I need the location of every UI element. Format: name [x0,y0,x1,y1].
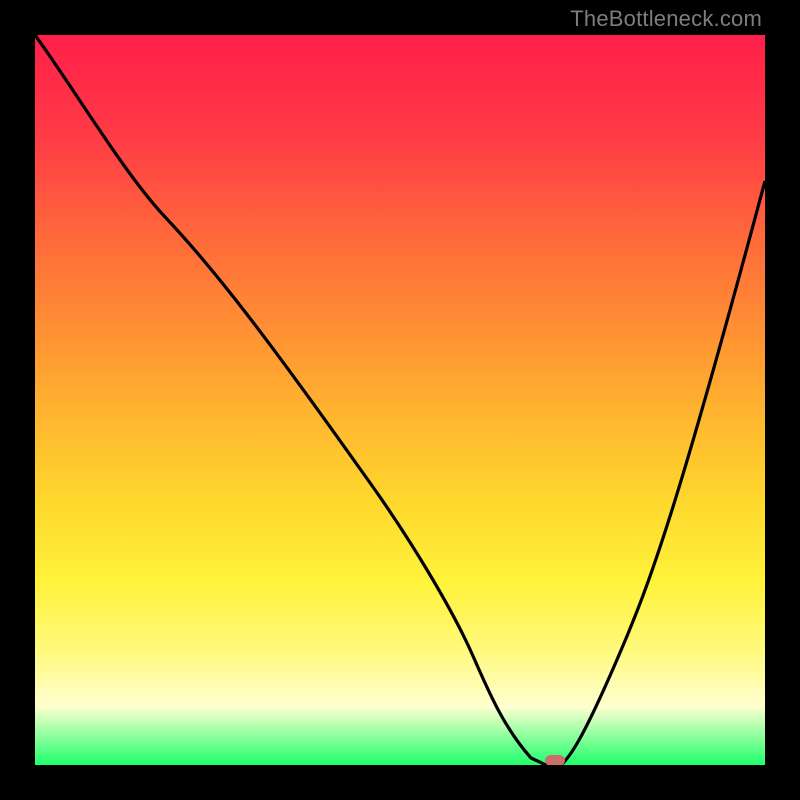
bottleneck-curve [35,35,765,765]
watermark-text: TheBottleneck.com [570,6,762,32]
plot-area [35,35,765,765]
curve-layer [35,35,765,765]
min-marker [545,755,565,765]
chart-frame: TheBottleneck.com [0,0,800,800]
